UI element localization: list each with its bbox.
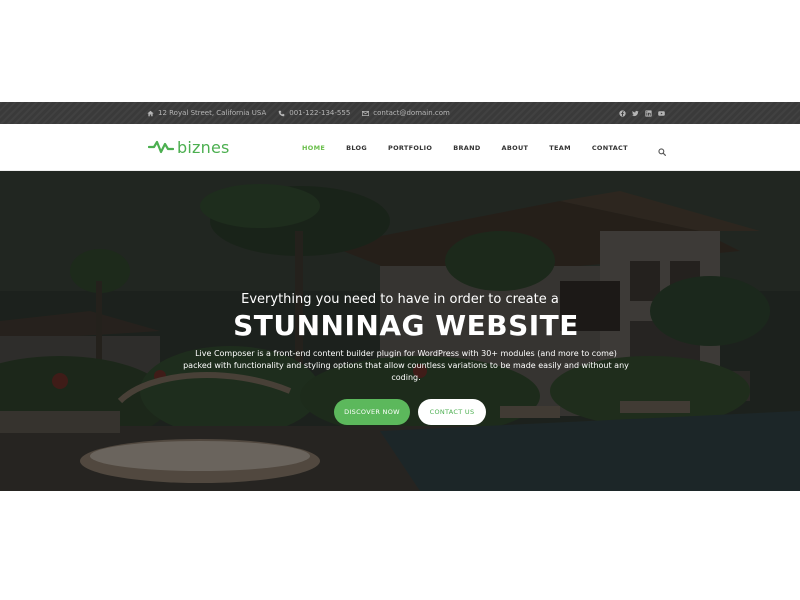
search-icon[interactable] — [658, 143, 666, 156]
twitter-icon[interactable] — [632, 110, 639, 117]
home-icon — [147, 110, 154, 116]
hero-subtitle: Everything you need to have in order to … — [241, 292, 559, 307]
phone-text: 001-122-134-555 — [289, 109, 351, 117]
contact-info: 12 Royal Street, California USA 001-122-… — [147, 102, 450, 124]
phone-icon — [278, 110, 285, 116]
discover-now-button[interactable]: DISCOVER NOW — [334, 399, 410, 425]
envelope-icon — [362, 110, 370, 116]
menu-item-brand[interactable]: BRAND — [453, 144, 480, 152]
address-item: 12 Royal Street, California USA — [147, 109, 266, 117]
main-menu: HOME BLOG PORTFOLIO BRAND ABOUT TEAM CON… — [302, 124, 649, 171]
youtube-icon[interactable] — [658, 110, 665, 117]
logo-text: biznes — [177, 137, 230, 157]
email-text: contact@domain.com — [373, 109, 450, 117]
menu-item-contact[interactable]: CONTACT — [592, 144, 628, 152]
phone-item[interactable]: 001-122-134-555 — [278, 109, 350, 117]
address-text: 12 Royal Street, California USA — [158, 109, 267, 117]
linkedin-icon[interactable] — [645, 109, 652, 117]
menu-item-about[interactable]: ABOUT — [502, 144, 529, 152]
menu-item-team[interactable]: TEAM — [549, 144, 571, 152]
main-navbar: biznes HOME BLOG PORTFOLIO BRAND ABOUT T… — [0, 124, 800, 171]
menu-item-home[interactable]: HOME — [302, 144, 325, 152]
top-info-bar: 12 Royal Street, California USA 001-122-… — [0, 102, 800, 124]
facebook-icon[interactable] — [619, 109, 626, 117]
social-links — [619, 102, 665, 124]
site-logo[interactable]: biznes — [148, 137, 230, 157]
hero-section: Everything you need to have in order to … — [0, 171, 800, 491]
menu-item-portfolio[interactable]: PORTFOLIO — [388, 144, 432, 152]
menu-item-blog[interactable]: BLOG — [346, 144, 367, 152]
contact-us-button[interactable]: CONTACT US — [418, 399, 486, 425]
email-item[interactable]: contact@domain.com — [362, 109, 450, 117]
hero-title: STUNNINAG WEBSITE — [233, 309, 579, 342]
hero-description: Live Composer is a front-end content bui… — [183, 349, 629, 382]
logo-pulse-icon — [148, 140, 174, 154]
